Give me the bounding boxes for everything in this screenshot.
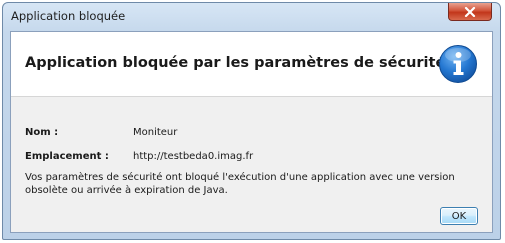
close-x-icon [464,6,476,17]
dialog-window: Application bloquée Application bloquée … [2,2,501,240]
close-button[interactable] [448,3,492,21]
window-title: Application bloquée [11,9,126,23]
details-section: Nom : Moniteur Emplacement : http://test… [11,96,492,234]
name-value: Moniteur [133,127,178,138]
security-message: Vos paramètres de sécurité ont bloqué l'… [25,172,455,196]
ok-button[interactable]: OK [440,207,478,225]
name-label: Nom : [25,127,59,138]
header-title: Application bloquée par les paramètres d… [25,55,446,71]
dialog-body: Application bloquée par les paramètres d… [10,31,493,233]
title-bar[interactable]: Application bloquée [3,3,500,31]
location-label: Emplacement : [25,151,109,162]
header-panel: Application bloquée par les paramètres d… [11,32,492,97]
location-value: http://testbeda0.imag.fr [133,151,254,162]
info-icon [439,45,477,83]
